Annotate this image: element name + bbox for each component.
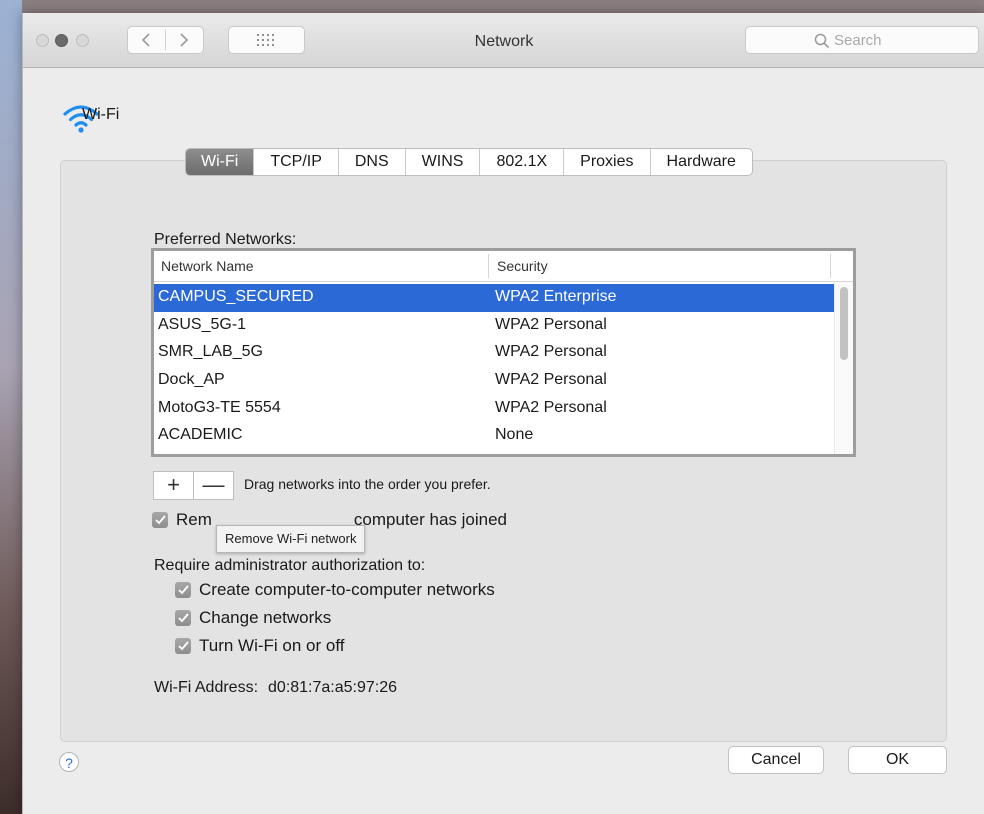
network-security: WPA2 Enterprise (495, 288, 617, 305)
turn-wifi-on-off-option[interactable]: Turn Wi-Fi on or off (175, 636, 344, 656)
table-header: Network Name Security (154, 251, 853, 282)
table-scrollbar[interactable] (834, 282, 853, 454)
checkbox[interactable] (175, 610, 191, 626)
option-label: Change networks (199, 608, 332, 627)
table-row[interactable]: ASUS_5G-1 WPA2 Personal (154, 312, 834, 340)
tab-dns[interactable]: DNS (337, 149, 405, 175)
create-computer-networks-option[interactable]: Create computer-to-computer networks (175, 580, 495, 600)
remember-label-start: Rem (176, 510, 212, 529)
tab-proxies[interactable]: Proxies (563, 149, 649, 175)
checkmark-icon (154, 515, 166, 525)
tab-tcpip[interactable]: TCP/IP (253, 149, 338, 175)
require-admin-label: Require administrator authorization to: (154, 557, 426, 574)
network-name: ASUS_5G-1 (158, 315, 247, 333)
search-icon (814, 33, 830, 49)
option-label: Create computer-to-computer networks (199, 580, 495, 599)
column-divider (830, 254, 831, 278)
tab-hardware[interactable]: Hardware (649, 149, 752, 175)
network-name: Dock_AP (158, 371, 225, 389)
network-security: None (495, 426, 534, 444)
network-name: MotoG3-TE 5554 (158, 398, 281, 416)
network-name: SMR_LAB_5G (158, 343, 263, 361)
wifi-address-value: d0:81:7a:a5:97:26 (268, 679, 398, 696)
wifi-address-label: Wi-Fi Address: (154, 679, 259, 696)
table-row[interactable]: CAMPUS_SECURED WPA2 Enterprise (154, 284, 834, 312)
table-row[interactable]: ACADEMIC None (154, 422, 834, 450)
column-divider (488, 254, 489, 278)
column-header-network-name[interactable]: Network Name (161, 258, 254, 274)
table-rows: CAMPUS_SECURED WPA2 Enterprise ASUS_5G-1… (154, 284, 834, 450)
network-security: WPA2 Personal (495, 398, 607, 416)
remove-network-button[interactable]: — (193, 472, 233, 499)
network-preferences-window: Network Search Wi-Fi Wi-Fi TCP/IP DNS WI… (22, 13, 984, 814)
preferred-networks-table[interactable]: Network Name Security CAMPUS_SECURED WPA… (151, 248, 856, 457)
checkbox[interactable] (152, 512, 168, 528)
add-network-button[interactable]: + (154, 472, 193, 499)
checkbox[interactable] (175, 582, 191, 598)
ok-button[interactable]: OK (848, 746, 947, 774)
title-bar: Network Search (23, 13, 984, 68)
interface-name: Wi-Fi (82, 106, 120, 123)
network-name: CAMPUS_SECURED (158, 288, 314, 305)
tooltip: Remove Wi-Fi network (216, 525, 366, 553)
table-row[interactable]: SMR_LAB_5G WPA2 Personal (154, 339, 834, 367)
checkmark-icon (177, 585, 189, 595)
table-row[interactable]: MotoG3-TE 5554 WPA2 Personal (154, 395, 834, 423)
search-placeholder: Search (834, 32, 882, 49)
desktop-background (0, 0, 22, 814)
drag-hint-text: Drag networks into the order you prefer. (244, 476, 491, 492)
checkbox[interactable] (175, 638, 191, 654)
column-header-security[interactable]: Security (497, 258, 548, 274)
network-security: WPA2 Personal (495, 371, 607, 389)
table-row[interactable]: Dock_AP WPA2 Personal (154, 367, 834, 395)
checkmark-icon (177, 641, 189, 651)
network-security: WPA2 Personal (495, 315, 607, 333)
wifi-address: Wi-Fi Address: d0:81:7a:a5:97:26 (154, 679, 397, 697)
network-security: WPA2 Personal (495, 343, 607, 361)
scrollbar-thumb[interactable] (840, 287, 848, 360)
checkmark-icon (177, 613, 189, 623)
help-button[interactable]: ? (59, 752, 79, 772)
tab-bar: Wi-Fi TCP/IP DNS WINS 802.1X Proxies Har… (185, 148, 753, 176)
add-remove-control: + — (153, 471, 234, 500)
tab-wins[interactable]: WINS (404, 149, 480, 175)
cancel-button[interactable]: Cancel (728, 746, 824, 774)
tab-8021x[interactable]: 802.1X (479, 149, 563, 175)
search-field[interactable]: Search (745, 26, 979, 54)
remember-label-end: computer has joined (353, 510, 507, 529)
tab-wifi[interactable]: Wi-Fi (186, 149, 254, 175)
change-networks-option[interactable]: Change networks (175, 608, 331, 628)
option-label: Turn Wi-Fi on or off (199, 636, 345, 655)
network-name: ACADEMIC (158, 426, 243, 444)
preferred-networks-label: Preferred Networks: (154, 231, 297, 248)
